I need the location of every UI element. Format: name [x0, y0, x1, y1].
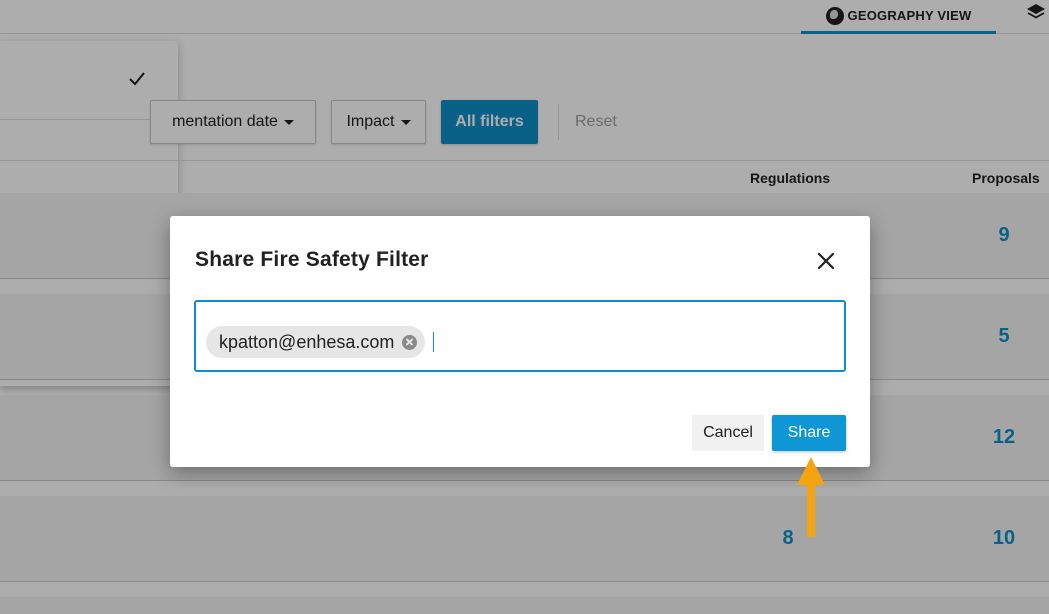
- close-icon[interactable]: [814, 249, 838, 273]
- email-input[interactable]: [436, 324, 836, 352]
- share-filter-dialog: Share Fire Safety Filter kpatton@enhesa.…: [170, 216, 870, 467]
- recipient-chip[interactable]: kpatton@enhesa.com: [206, 326, 426, 358]
- recipients-input-field[interactable]: kpatton@enhesa.com: [194, 300, 846, 372]
- cancel-button[interactable]: Cancel: [692, 415, 764, 451]
- recipient-email: kpatton@enhesa.com: [219, 331, 395, 352]
- remove-chip-icon[interactable]: [402, 334, 418, 350]
- text-cursor: [433, 332, 434, 352]
- arrow-up-annotation: [797, 457, 825, 537]
- dialog-title: Share Fire Safety Filter: [195, 248, 429, 271]
- share-button[interactable]: Share: [772, 415, 846, 451]
